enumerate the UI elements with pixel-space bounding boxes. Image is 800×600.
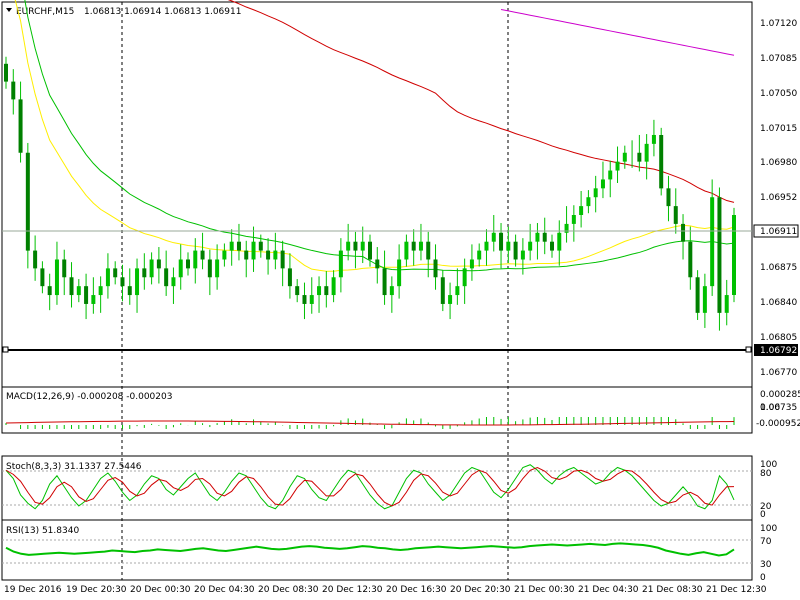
time-tick: 20 Dec 04:30 [194, 585, 255, 595]
price-tick: 1.07120 [760, 19, 797, 29]
rsi-tick: 100 [760, 524, 777, 534]
symbol-label: EURCHF,M15 [16, 7, 74, 17]
price-tick: 1.07015 [760, 124, 797, 134]
time-tick: 21 Dec 00:30 [514, 585, 575, 595]
chart-canvas[interactable]: EURCHF,M15 1.06813 1.06914 1.06813 1.069… [0, 0, 800, 600]
price-tick: 1.07085 [760, 54, 797, 64]
macd-tick: 0.00 [760, 403, 780, 413]
time-tick: 21 Dec 04:30 [578, 585, 639, 595]
stoch-tick: 80 [760, 469, 772, 479]
time-tick: 20 Dec 16:30 [386, 585, 447, 595]
support-line-handle-right[interactable] [745, 346, 752, 353]
header: EURCHF,M15 1.06813 1.06914 1.06813 1.069… [6, 7, 241, 17]
rsi-title: RSI(13) 51.8340 [6, 526, 79, 536]
price-tick: 1.07050 [760, 89, 797, 99]
rsi-tick: 30 [760, 560, 772, 570]
macd-title: MACD(12,26,9) -0.000208 -0.000203 [6, 392, 172, 402]
main-pane [1, 1, 753, 388]
price-tick: 1.06952 [760, 193, 797, 203]
macd-tick: 0.000285 [760, 390, 800, 400]
rsi-tick: 70 [760, 537, 772, 547]
price-tick: 1.06875 [760, 263, 797, 273]
time-tick: 21 Dec 12:30 [706, 585, 767, 595]
ohlc-label: 1.06813 1.06914 1.06813 1.06911 [84, 7, 241, 17]
time-tick: 19 Dec 20:30 [66, 585, 127, 595]
rsi-tick: 0 [760, 573, 766, 583]
price-tick: 1.06805 [760, 333, 797, 343]
current-price-label: 1.06911 [760, 227, 797, 237]
time-tick: 20 Dec 20:30 [450, 585, 511, 595]
time-axis: 19 Dec 2016 19 Dec 20:30 20 Dec 00:30 20… [4, 585, 767, 595]
macd-tick: -0.000952 [756, 419, 800, 429]
price-tick: 1.06770 [760, 368, 797, 378]
stoch-tick: 0 [760, 510, 766, 520]
price-tick: 1.06980 [760, 158, 797, 168]
price-tick: 1.06840 [760, 298, 797, 308]
stoch-title: Stoch(8,3,3) 31.1337 27.5446 [6, 462, 142, 472]
time-tick: 19 Dec 2016 [4, 585, 62, 595]
time-tick: 20 Dec 00:30 [130, 585, 191, 595]
time-tick: 21 Dec 08:30 [642, 585, 703, 595]
time-tick: 20 Dec 12:30 [322, 585, 383, 595]
support-line-handle-left[interactable] [2, 346, 9, 353]
time-tick: 20 Dec 08:30 [258, 585, 319, 595]
support-price-label: 1.06792 [760, 346, 797, 356]
price-axis: 1.07120 1.07085 1.07050 1.07015 1.06980 … [753, 19, 799, 413]
